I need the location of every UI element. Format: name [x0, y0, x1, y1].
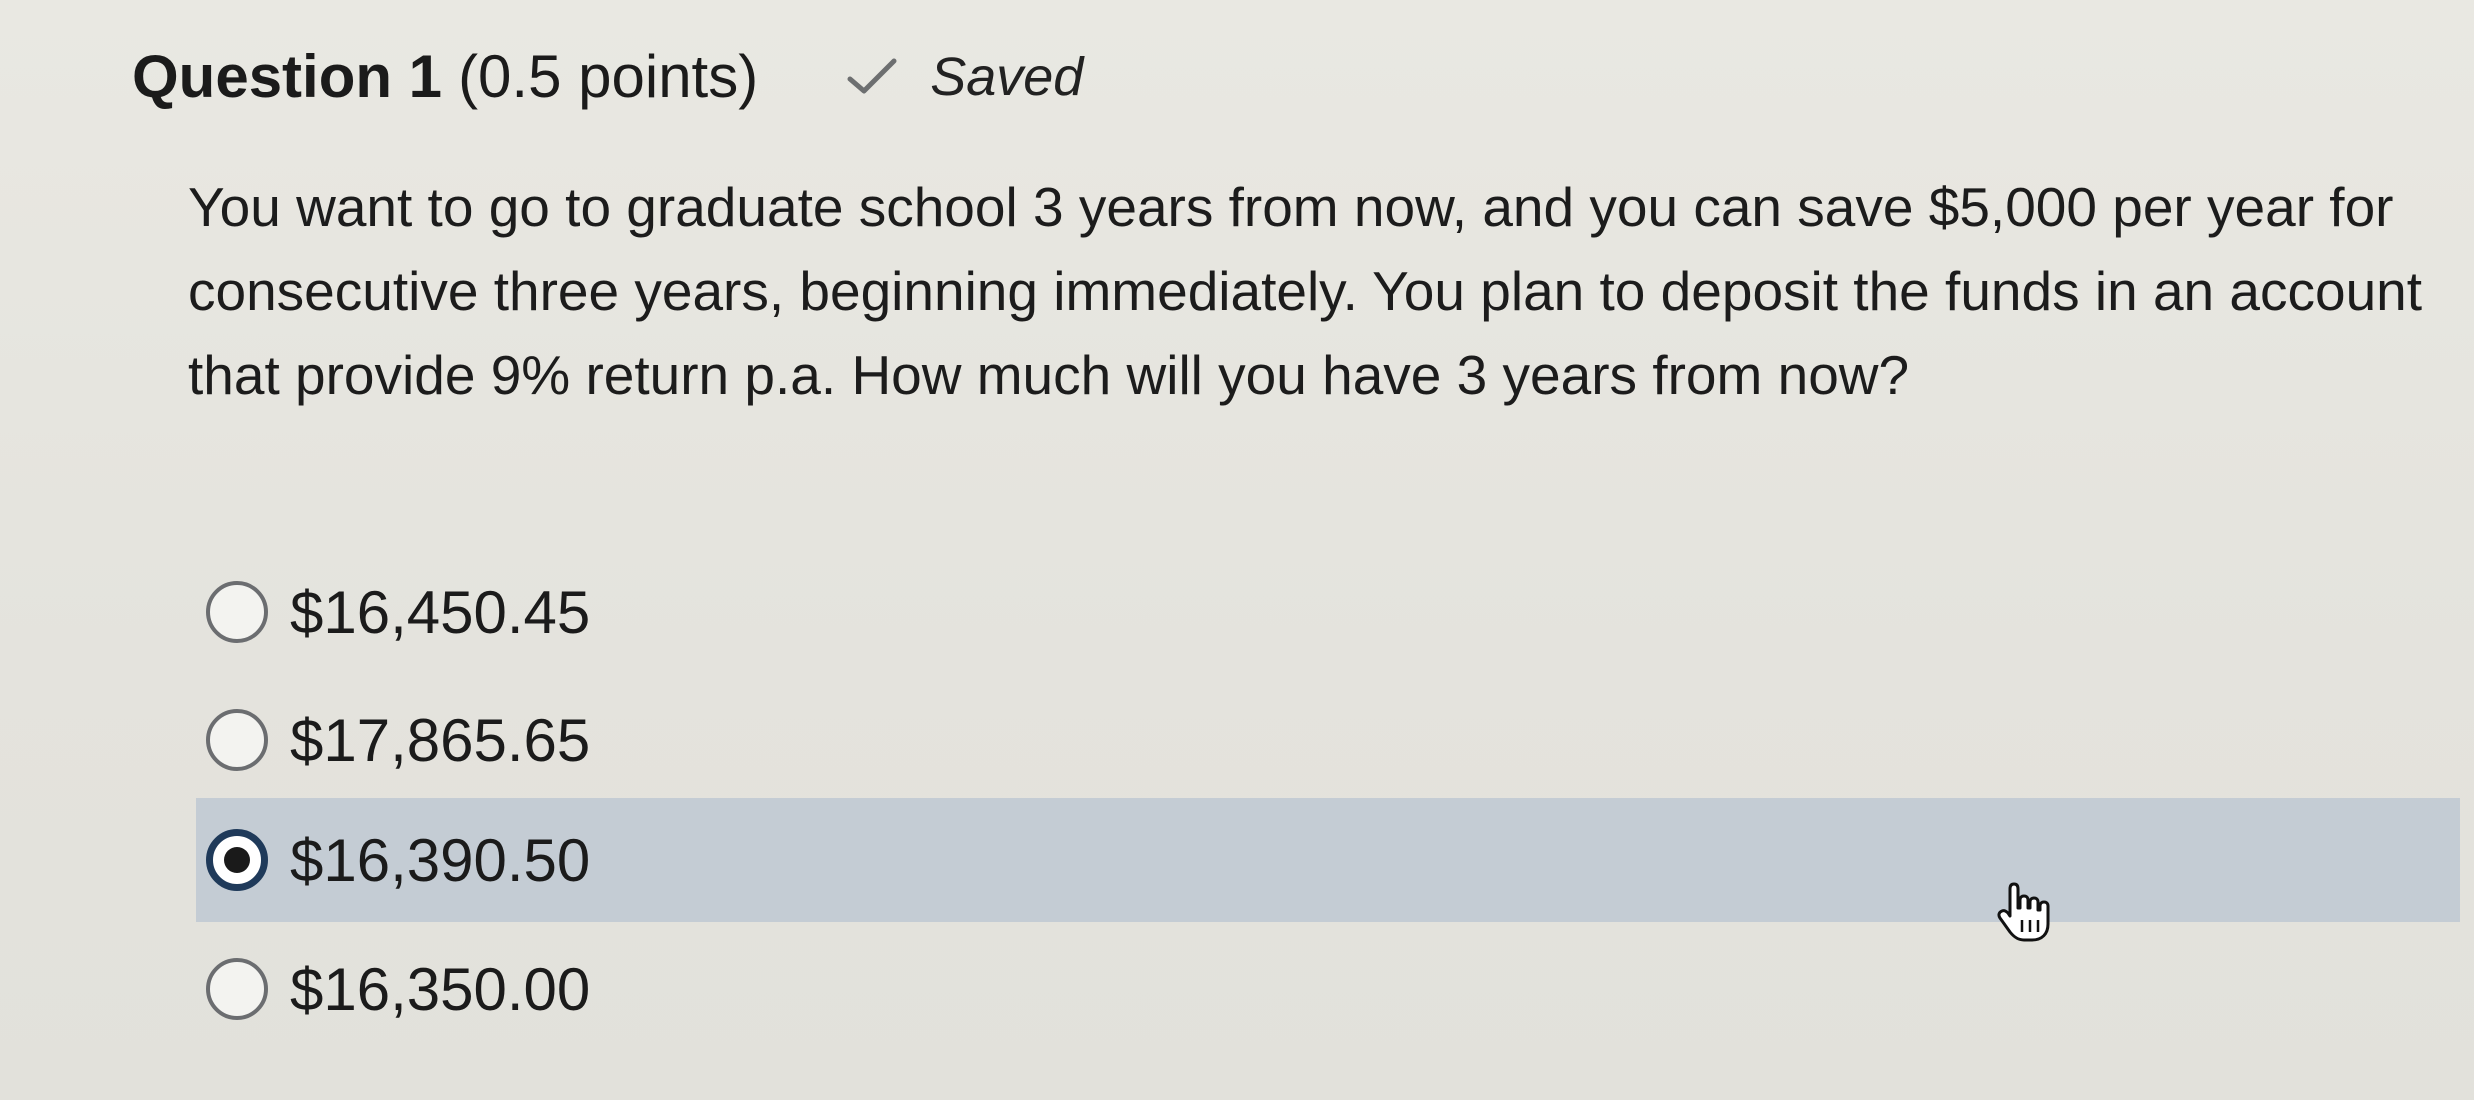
saved-status-text: Saved: [930, 46, 1084, 107]
question-title: Question 1: [132, 43, 443, 110]
quiz-page: Question 1 (0.5 points) Saved You want t…: [0, 0, 2474, 1100]
answer-option-label: $16,350.00: [290, 955, 591, 1023]
radio-button[interactable]: [206, 581, 268, 643]
answer-option-4[interactable]: $16,350.00: [196, 927, 590, 1051]
answer-option-2[interactable]: $17,865.65: [196, 678, 590, 802]
question-header: Question 1 (0.5 points) Saved: [132, 42, 1083, 111]
hand-pointer-icon: [1997, 882, 2050, 942]
answer-option-3-selected[interactable]: $16,390.50: [196, 798, 2460, 922]
radio-button[interactable]: [206, 709, 268, 771]
save-status: Saved: [844, 46, 1083, 108]
check-icon: [847, 58, 897, 93]
answer-option-1[interactable]: $16,450.45: [196, 550, 590, 674]
answer-option-label: $17,865.65: [290, 706, 591, 774]
answer-option-label: $16,450.45: [290, 578, 591, 646]
question-points: (0.5 points): [458, 43, 759, 110]
answer-option-label: $16,390.50: [290, 826, 591, 894]
question-text: You want to go to graduate school 3 year…: [188, 176, 2423, 406]
radio-button[interactable]: [206, 958, 268, 1020]
radio-button-checked[interactable]: [206, 829, 268, 891]
